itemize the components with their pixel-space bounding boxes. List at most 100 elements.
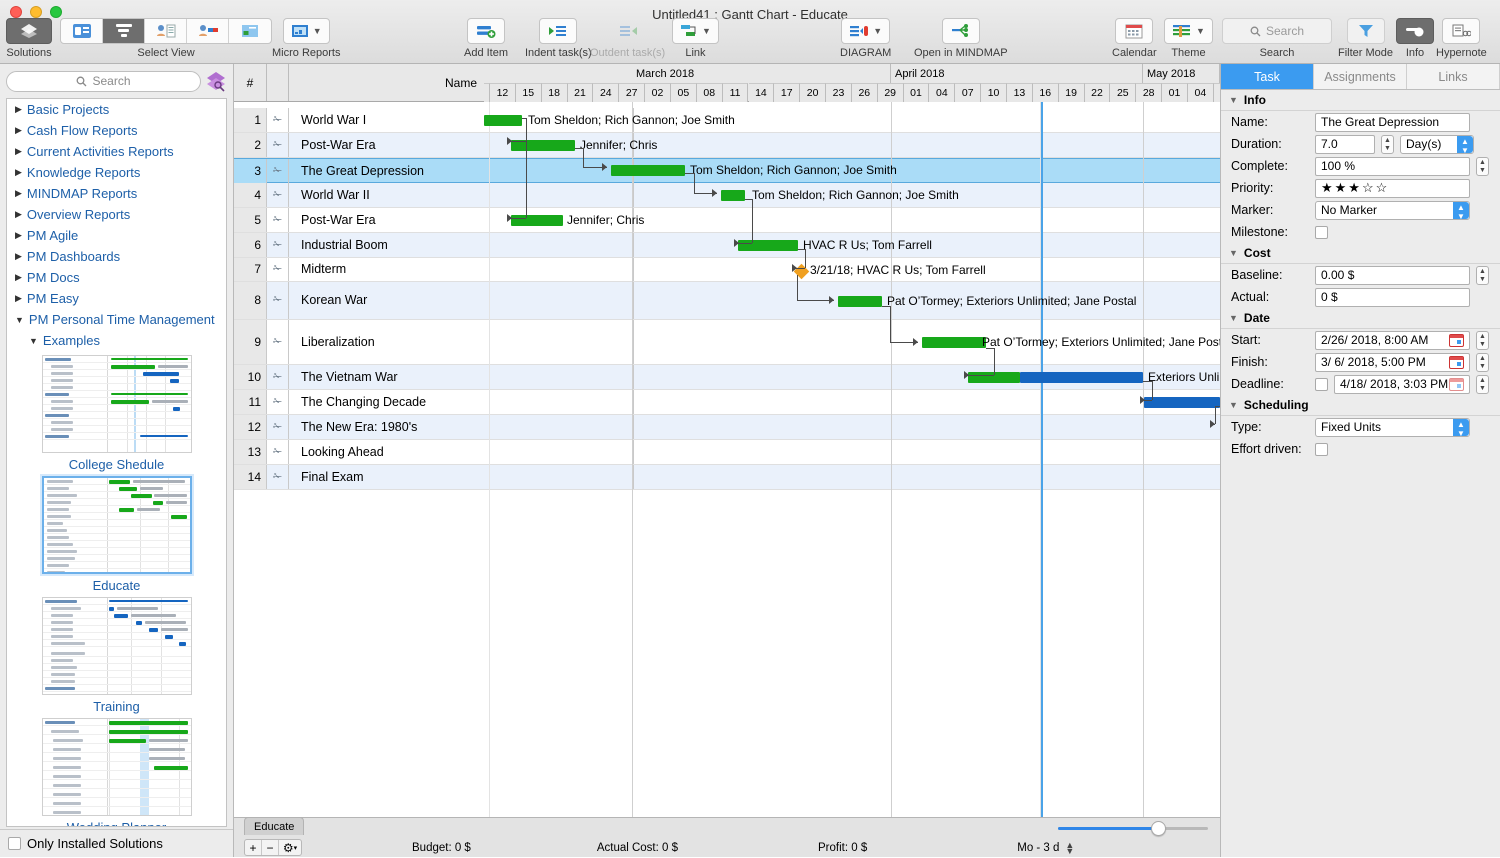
sidebar-item-current-activities-reports[interactable]: ▶ Current Activities Reports [7, 141, 226, 162]
sidebar-item-overview-reports[interactable]: ▶ Overview Reports [7, 204, 226, 225]
sidebar-item-pm-easy[interactable]: ▶ PM Easy [7, 288, 226, 309]
section-cost[interactable]: ▼ Cost [1221, 243, 1500, 264]
table-row[interactable]: 11 ✁ The Changing Decade [234, 390, 1220, 415]
remove-project-button[interactable]: − [262, 840, 279, 855]
effort-driven-checkbox[interactable] [1315, 442, 1328, 456]
table-row[interactable]: 6 ✁ Industrial Boom [234, 233, 1220, 258]
project-settings-button[interactable]: ⚙ ▾ [279, 840, 301, 855]
name-field[interactable]: The Great Depression [1315, 112, 1470, 132]
table-row[interactable]: 14 ✁ Final Exam [234, 465, 1220, 490]
solutions-button[interactable] [6, 18, 52, 44]
task-type-icon[interactable]: ✁ [267, 282, 289, 319]
task-type-icon[interactable]: ✁ [267, 440, 289, 464]
column-header-number[interactable]: # [234, 64, 267, 101]
table-row[interactable]: 2 ✁ Post-War Era [234, 133, 1220, 158]
search-input[interactable]: Search [1222, 18, 1332, 44]
task-name-cell[interactable]: The New Era: 1980's [289, 415, 634, 439]
task-name-cell[interactable]: Looking Ahead [289, 440, 634, 464]
hypernote-button[interactable] [1442, 18, 1481, 44]
marker-select[interactable]: No Marker ▲ ▼ [1315, 200, 1470, 221]
calendar-icon[interactable] [1449, 355, 1464, 369]
task-name-cell[interactable]: World War II [289, 183, 634, 207]
gantt-bar[interactable] [511, 215, 563, 226]
only-installed-solutions-checkbox[interactable] [8, 837, 21, 850]
gantt-bar[interactable] [721, 190, 745, 201]
zoom-slider[interactable] [1058, 821, 1208, 836]
deadline-field[interactable]: 4/18/ 2018, 3:03 PM [1334, 374, 1470, 394]
task-type-icon[interactable]: ✁ [267, 465, 289, 489]
finish-stepper[interactable]: ▲ ▼ [1476, 352, 1489, 372]
task-name-cell[interactable]: Korean War [289, 282, 634, 319]
start-stepper[interactable]: ▲ ▼ [1476, 330, 1489, 350]
gantt-bar[interactable] [838, 296, 882, 307]
task-type-icon[interactable]: ✁ [267, 208, 289, 232]
link-button[interactable]: ▼ [672, 18, 719, 44]
template-thumb-training[interactable]: Training [7, 597, 226, 714]
project-actions-stepper[interactable]: + − ⚙ ▾ [244, 839, 302, 856]
diagram-button[interactable]: ▼ [841, 18, 891, 44]
indent-tasks-button[interactable] [539, 18, 578, 44]
task-type-icon[interactable]: ✁ [267, 233, 289, 257]
section-date[interactable]: ▼ Date [1221, 308, 1500, 329]
sidebar-item-mindmap-reports[interactable]: ▶ MINDMAP Reports [7, 183, 226, 204]
calendar-icon[interactable] [1449, 377, 1464, 391]
baseline-stepper[interactable]: ▲ ▼ [1476, 265, 1489, 285]
task-name-cell[interactable]: The Vietnam War [289, 365, 634, 389]
table-row[interactable]: 7 ✁ Midterm [234, 258, 1220, 282]
task-name-cell[interactable]: Final Exam [289, 465, 634, 489]
duration-stepper[interactable]: ▲ ▼ [1381, 134, 1394, 154]
tab-assignments[interactable]: Assignments [1314, 64, 1407, 89]
add-project-button[interactable]: + [245, 840, 262, 855]
project-tab-educate[interactable]: Educate [244, 817, 305, 835]
calendar-icon[interactable] [1449, 333, 1464, 347]
view-report-button[interactable] [229, 19, 271, 43]
duration-unit-select[interactable]: Day(s) ▲ ▼ [1400, 134, 1474, 155]
gantt-bar[interactable] [611, 165, 685, 176]
view-usage-button[interactable] [187, 19, 229, 43]
task-type-icon[interactable]: ✁ [267, 183, 289, 207]
task-type-icon[interactable]: ✁ [267, 133, 289, 157]
slider-knob[interactable] [1151, 821, 1166, 836]
section-info[interactable]: ▼ Info [1221, 90, 1500, 111]
sidebar-item-pm-personal-time-management[interactable]: ▼ PM Personal Time Management [7, 309, 226, 330]
template-thumb-educate[interactable]: Educate [7, 476, 226, 593]
sidebar-item-basic-projects[interactable]: ▶ Basic Projects [7, 99, 226, 120]
zoom-scale-stepper[interactable]: ▲ ▼ [1065, 840, 1074, 855]
type-select[interactable]: Fixed Units ▲ ▼ [1315, 417, 1470, 438]
gantt-bar[interactable] [484, 115, 522, 126]
section-scheduling[interactable]: ▼ Scheduling [1221, 395, 1500, 416]
gantt-bar[interactable] [738, 240, 798, 251]
tab-links[interactable]: Links [1407, 64, 1500, 89]
task-type-icon[interactable]: ✁ [267, 258, 289, 281]
sidebar-item-examples[interactable]: ▼ Examples [7, 330, 226, 351]
priority-stars[interactable]: ★★★☆☆ [1321, 180, 1389, 196]
calendar-button[interactable] [1115, 18, 1154, 44]
task-type-icon[interactable]: ✁ [267, 390, 289, 414]
task-name-cell[interactable]: The Changing Decade [289, 390, 634, 414]
task-type-icon[interactable]: ✁ [267, 159, 289, 183]
task-name-cell[interactable]: Industrial Boom [289, 233, 634, 257]
view-gantt-button[interactable] [103, 19, 145, 43]
view-resources-button[interactable] [145, 19, 187, 43]
complete-stepper[interactable]: ▲ ▼ [1476, 156, 1489, 176]
gantt-bar[interactable] [922, 337, 986, 348]
priority-field[interactable]: ★★★☆☆ [1315, 178, 1470, 198]
template-thumb-wedding-planner[interactable]: Wedding Planner [7, 718, 226, 826]
task-name-cell[interactable]: Liberalization [289, 320, 634, 364]
gantt-bar[interactable] [1020, 372, 1143, 383]
duration-field[interactable]: 7.0 [1315, 134, 1375, 154]
outdent-tasks-button[interactable] [609, 18, 647, 44]
sidebar-item-knowledge-reports[interactable]: ▶ Knowledge Reports [7, 162, 226, 183]
info-button[interactable] [1396, 18, 1434, 44]
sidebar-item-pm-agile[interactable]: ▶ PM Agile [7, 225, 226, 246]
task-type-icon[interactable]: ✁ [267, 415, 289, 439]
sidebar-item-cash-flow-reports[interactable]: ▶ Cash Flow Reports [7, 120, 226, 141]
task-type-icon[interactable]: ✁ [267, 108, 289, 132]
tab-task[interactable]: Task [1221, 64, 1314, 89]
open-in-mindmap-button[interactable] [941, 18, 980, 44]
gantt-bar[interactable] [1144, 397, 1220, 408]
actual-field[interactable]: 0 $ [1315, 287, 1470, 307]
table-row[interactable]: 13 ✁ Looking Ahead [234, 440, 1220, 465]
column-header-icon[interactable] [267, 64, 289, 101]
sidebar-item-pm-dashboards[interactable]: ▶ PM Dashboards [7, 246, 226, 267]
